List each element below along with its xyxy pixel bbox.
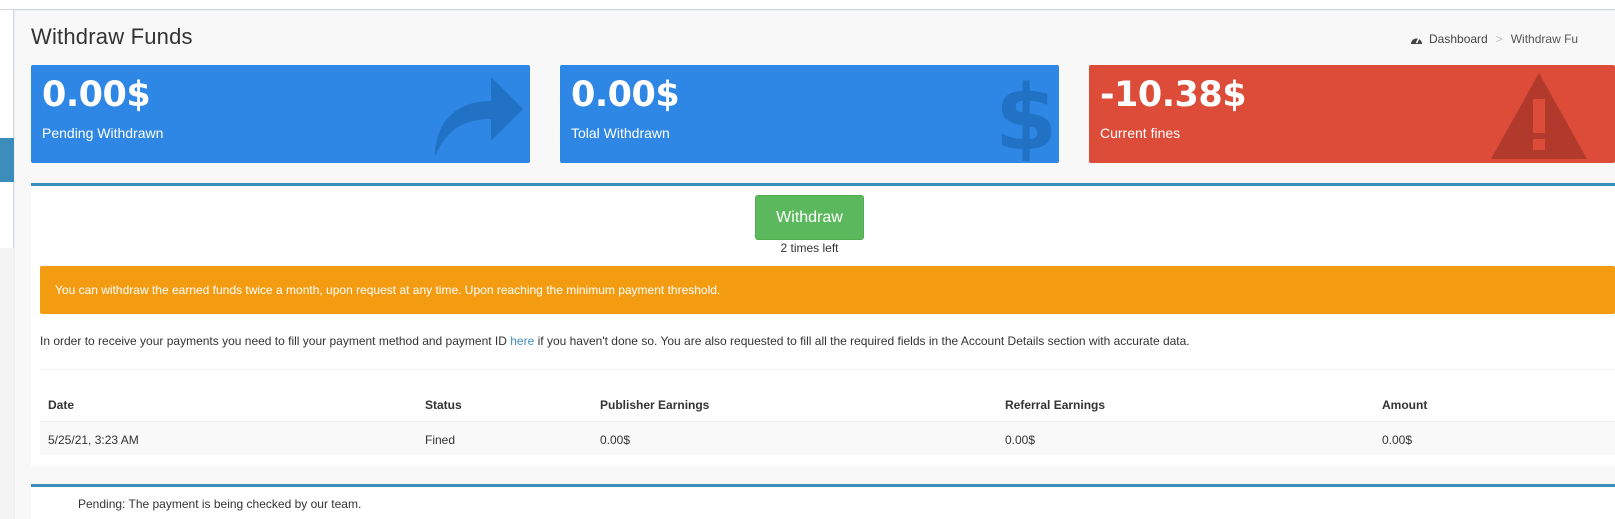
column-header-amount: Amount	[1382, 398, 1428, 412]
withdraw-button[interactable]: Withdraw	[755, 195, 864, 240]
column-header-date: Date	[48, 398, 75, 412]
info-text-before: In order to receive your payments you ne…	[40, 334, 511, 348]
page-title: Withdraw Funds	[31, 24, 193, 49]
current-fines-label: Current fines	[1100, 125, 1181, 141]
cell-status: Fined	[425, 433, 456, 447]
payment-settings-link[interactable]: here	[510, 334, 534, 348]
breadcrumb: Dashboard > Withdraw Fu	[1410, 32, 1578, 46]
legend-pending-text: Pending: The payment is being checked by…	[78, 497, 362, 511]
pending-withdrawn-box: 0.00$ Pending Withdrawn	[31, 65, 530, 163]
column-header-referral-earnings: Referral Earnings	[1005, 398, 1106, 412]
share-arrow-icon	[435, 77, 523, 157]
info-text-after: if you haven't done so. You are also req…	[534, 334, 1190, 348]
alert-text: You can withdraw the earned funds twice …	[55, 283, 721, 297]
table-header-row: Date Status Publisher Earnings Referral …	[40, 387, 1615, 421]
total-withdrawn-value: 0.00$	[571, 75, 680, 115]
payment-info-text: In order to receive your payments you ne…	[40, 334, 1190, 348]
current-fines-box: -10.38$ Current fines	[1089, 65, 1615, 163]
warning-icon	[1491, 73, 1587, 159]
withdrawals-table: Date Status Publisher Earnings Referral …	[40, 387, 1615, 455]
breadcrumb-current: Withdraw Fu	[1510, 32, 1579, 46]
column-header-publisher-earnings: Publisher Earnings	[600, 398, 710, 412]
column-header-status: Status	[425, 398, 462, 412]
cell-date: 5/25/21, 3:23 AM	[48, 433, 139, 447]
times-left-text: 2 times left	[780, 241, 839, 255]
sidebar	[0, 10, 14, 519]
breadcrumb-separator: >	[1495, 32, 1503, 46]
cell-publisher-earnings: 0.00$	[600, 433, 631, 447]
withdraw-info-alert: You can withdraw the earned funds twice …	[40, 266, 1615, 314]
pending-withdrawn-value: 0.00$	[42, 75, 151, 115]
current-fines-value: -10.38$	[1100, 75, 1247, 115]
pending-withdrawn-label: Pending Withdrawn	[42, 125, 164, 141]
cell-referral-earnings: 0.00$	[1005, 433, 1036, 447]
svg-text:$: $	[998, 67, 1054, 161]
divider	[40, 369, 1615, 370]
breadcrumb-dashboard-link[interactable]: Dashboard	[1429, 32, 1488, 46]
dollar-icon: $	[998, 67, 1054, 161]
dashboard-icon	[1411, 37, 1422, 44]
total-withdrawn-box: 0.00$ Tolal Withdrawn $	[560, 65, 1059, 163]
sidebar-lower-area	[0, 248, 14, 519]
table-row: 5/25/21, 3:23 AM Fined 0.00$ 0.00$ 0.00$	[40, 421, 1615, 455]
top-bar	[0, 0, 1615, 10]
cell-amount: 0.00$	[1382, 433, 1413, 447]
total-withdrawn-label: Tolal Withdrawn	[571, 125, 670, 141]
sidebar-active-item[interactable]	[0, 138, 14, 182]
